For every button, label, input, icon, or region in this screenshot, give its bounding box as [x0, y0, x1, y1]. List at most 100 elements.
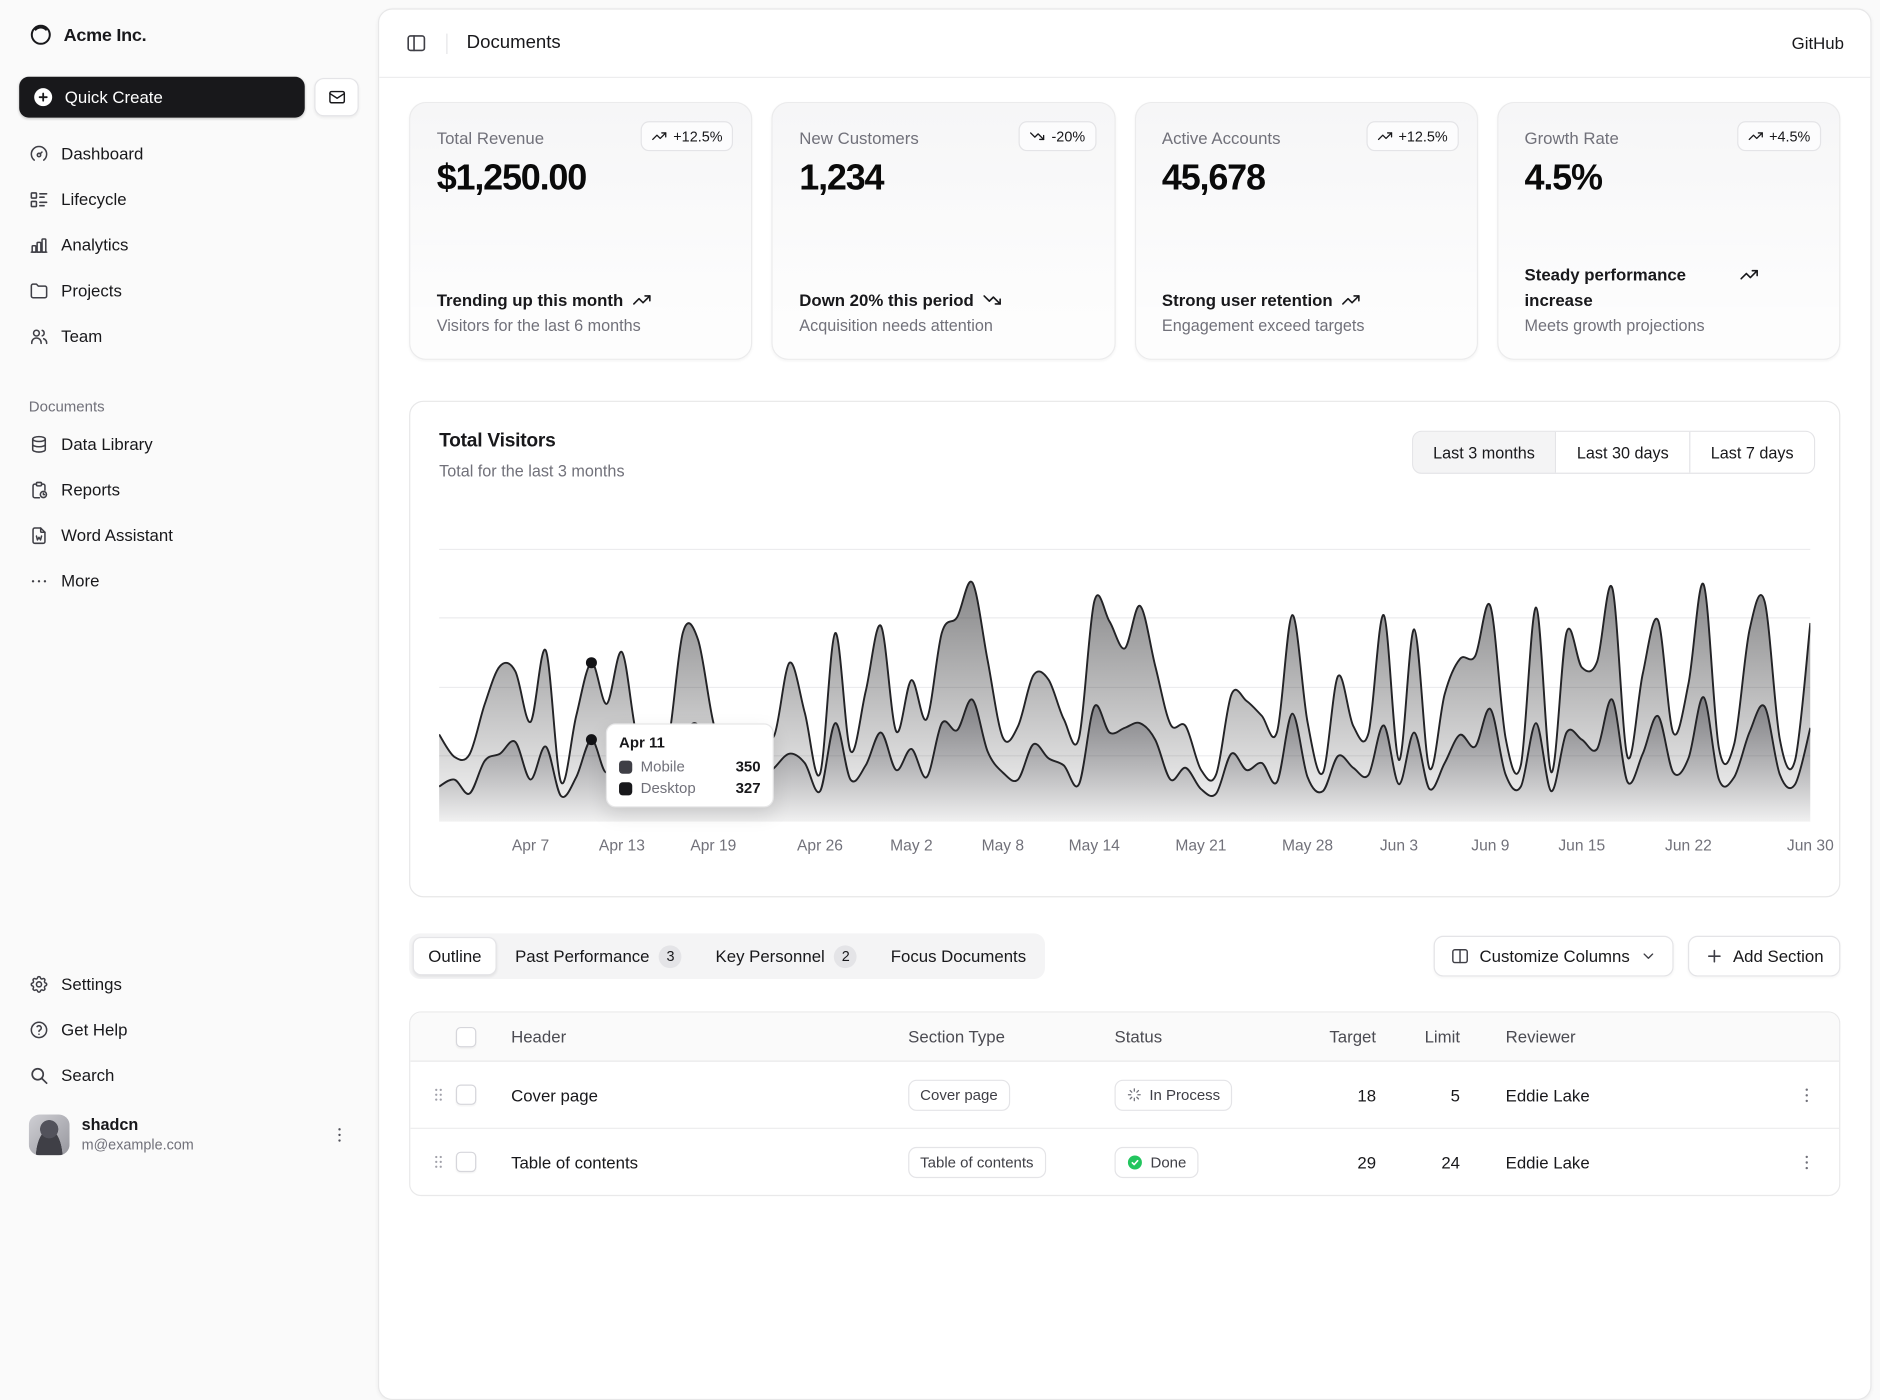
sidebar-item-reports[interactable]: Reports: [19, 470, 359, 508]
github-link[interactable]: GitHub: [1792, 34, 1844, 53]
sidebar-item-dashboard[interactable]: Dashboard: [19, 134, 359, 172]
row-checkbox[interactable]: [456, 1152, 476, 1172]
sections-table: Header Section Type Status Target Limit …: [409, 1011, 1840, 1196]
section-type-cell: Table of contents: [908, 1146, 1114, 1177]
sidebar-toggle-icon[interactable]: [405, 32, 427, 54]
sidebar-item-label: Team: [61, 326, 102, 345]
table-row: Cover page Cover page In Process 18 5: [410, 1062, 1839, 1128]
sidebar-item-lifecycle[interactable]: Lifecycle: [19, 180, 359, 218]
stat-line2: Acquisition needs attention: [799, 317, 1087, 335]
columns-icon: [1451, 947, 1470, 966]
trending-up-icon: [1739, 266, 1758, 285]
select-all-checkbox-cell: [456, 1026, 497, 1046]
documents-nav: Data Library Reports Word Assistant More: [19, 425, 359, 600]
visitors-chart-card: Total Visitors Total for the last 3 mont…: [409, 401, 1840, 898]
x-axis-labels: Apr 7Apr 13Apr 19Apr 26May 2May 8May 14M…: [439, 836, 1810, 858]
badge-value: +12.5%: [1398, 128, 1447, 145]
tooltip-series-label: Mobile: [641, 758, 728, 775]
limit-cell[interactable]: 5: [1393, 1085, 1487, 1104]
sidebar-item-search[interactable]: Search: [19, 1056, 359, 1094]
sidebar-item-get-help[interactable]: Get Help: [19, 1010, 359, 1048]
target-cell[interactable]: 29: [1318, 1152, 1392, 1171]
loader-icon: [1127, 1087, 1143, 1103]
sidebar-item-label: Settings: [61, 974, 122, 993]
customize-columns-button[interactable]: Customize Columns: [1434, 936, 1673, 977]
dots-vertical-icon[interactable]: [330, 1125, 349, 1144]
sidebar-item-label: Search: [61, 1065, 114, 1084]
quick-create-button[interactable]: Quick Create: [19, 77, 305, 118]
row-checkbox[interactable]: [456, 1085, 476, 1105]
add-section-label: Add Section: [1733, 947, 1824, 966]
range-last-30-days[interactable]: Last 30 days: [1555, 432, 1689, 473]
sidebar-item-analytics[interactable]: Analytics: [19, 226, 359, 264]
chart-area: Apr 11 Mobile 350 Desktop 327: [439, 540, 1810, 822]
gear-icon: [29, 974, 49, 994]
x-tick-label: Apr 13: [599, 836, 645, 854]
stats-grid: Total Revenue +12.5% $1,250.00 Trending …: [409, 102, 1840, 360]
trending-down-icon: [1030, 128, 1046, 144]
limit-cell[interactable]: 24: [1393, 1152, 1487, 1171]
stat-value: 4.5%: [1525, 158, 1813, 199]
sidebar-item-projects[interactable]: Projects: [19, 271, 359, 309]
sidebar-item-data-library[interactable]: Data Library: [19, 425, 359, 463]
inbox-button[interactable]: [314, 78, 358, 116]
user-menu[interactable]: shadcn m@example.com: [19, 1106, 359, 1164]
stat-line1: Strong user retention: [1162, 288, 1333, 312]
range-last-3-months[interactable]: Last 3 months: [1413, 432, 1556, 473]
chart-bar-icon: [29, 235, 49, 255]
user-name: shadcn: [82, 1117, 194, 1135]
database-icon: [29, 434, 49, 454]
grip-vertical-icon: [429, 1153, 447, 1171]
reviewer-cell[interactable]: Eddie Lake: [1486, 1085, 1774, 1104]
drag-handle[interactable]: [420, 1153, 456, 1171]
x-tick-label: May 14: [1069, 836, 1120, 854]
add-section-button[interactable]: Add Section: [1687, 936, 1840, 977]
tab-past-performance[interactable]: Past Performance 3: [500, 937, 698, 975]
folder-icon: [29, 280, 49, 300]
plus-icon: [1704, 947, 1723, 966]
row-header-cell[interactable]: Cover page: [497, 1085, 908, 1104]
row-actions[interactable]: [1774, 1085, 1839, 1104]
drag-handle[interactable]: [420, 1086, 456, 1104]
page-title: Documents: [467, 32, 561, 54]
tab-focus-documents[interactable]: Focus Documents: [875, 937, 1042, 975]
tab-count-badge: 3: [659, 945, 682, 968]
x-tick-label: Jun 22: [1665, 836, 1712, 854]
stat-value: 45,678: [1162, 158, 1450, 199]
row-header-cell[interactable]: Table of contents: [497, 1152, 908, 1171]
x-tick-label: Jun 30: [1787, 836, 1834, 854]
trending-up-icon: [1377, 128, 1393, 144]
sidebar-item-more[interactable]: More: [19, 561, 359, 599]
badge-value: +4.5%: [1769, 128, 1810, 145]
col-header: Header: [497, 1027, 908, 1046]
select-all-checkbox[interactable]: [456, 1026, 476, 1046]
tooltip-series-value: 327: [736, 780, 761, 797]
status-cell: In Process: [1115, 1079, 1319, 1110]
brand-name: Acme Inc.: [64, 25, 147, 45]
target-cell[interactable]: 18: [1318, 1085, 1392, 1104]
badge-value: -20%: [1052, 128, 1086, 145]
x-tick-label: May 21: [1175, 836, 1226, 854]
tab-key-personnel[interactable]: Key Personnel 2: [700, 937, 873, 975]
stat-footer: Down 20% this period Acquisition needs a…: [799, 288, 1087, 335]
range-last-7-days[interactable]: Last 7 days: [1689, 432, 1814, 473]
row-actions[interactable]: [1774, 1152, 1839, 1171]
content: Total Revenue +12.5% $1,250.00 Trending …: [379, 78, 1870, 1196]
grip-vertical-icon: [429, 1086, 447, 1104]
brand[interactable]: Acme Inc.: [19, 14, 359, 55]
status-label: Done: [1151, 1154, 1187, 1171]
sidebar-item-word-assistant[interactable]: Word Assistant: [19, 516, 359, 554]
status-badge-done: Done: [1115, 1146, 1199, 1177]
trending-down-icon: [982, 290, 1001, 309]
stat-card-total-revenue: Total Revenue +12.5% $1,250.00 Trending …: [409, 102, 752, 360]
sidebar-item-label: Projects: [61, 281, 122, 300]
reviewer-cell[interactable]: Eddie Lake: [1486, 1152, 1774, 1171]
sidebar-item-label: Get Help: [61, 1020, 127, 1039]
tab-outline[interactable]: Outline: [413, 937, 497, 975]
sidebar-item-team[interactable]: Team: [19, 317, 359, 355]
dots-icon: [29, 570, 49, 590]
tab-label: Outline: [428, 947, 481, 966]
sidebar-item-label: Analytics: [61, 235, 128, 254]
stat-line1: Steady performance increase: [1525, 263, 1731, 312]
sidebar-item-settings[interactable]: Settings: [19, 965, 359, 1003]
